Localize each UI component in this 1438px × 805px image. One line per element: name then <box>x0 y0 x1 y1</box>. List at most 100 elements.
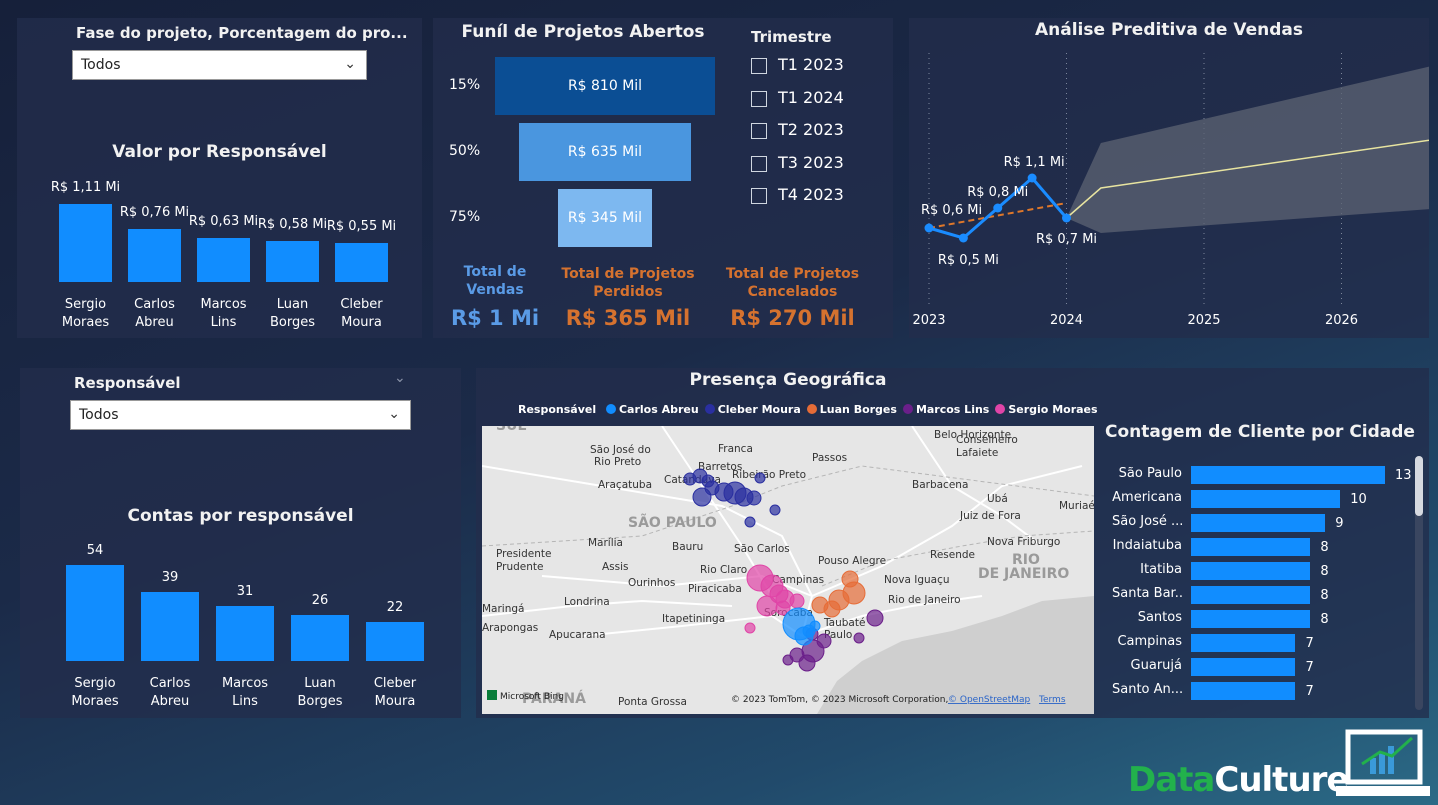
trimestre-option-label[interactable]: T1 2024 <box>778 88 844 107</box>
legend-item[interactable]: Carlos Abreu <box>605 403 699 416</box>
geo-map[interactable]: São José doRio PretoFrancaBarretosPassos… <box>482 426 1094 714</box>
valor-bar[interactable] <box>128 228 181 282</box>
legend-item[interactable]: Luan Borges <box>806 403 897 416</box>
category-line: Borges <box>269 315 315 330</box>
actual-point[interactable] <box>993 203 1003 213</box>
contas-bar[interactable] <box>291 614 349 661</box>
category-line: Moraes <box>61 315 110 330</box>
valor-category-label: Cleber Moura <box>323 296 400 332</box>
actual-point[interactable] <box>1027 173 1037 183</box>
map-place-label: SÃO PAULO <box>628 514 717 531</box>
terms-link[interactable]: Terms <box>1038 695 1066 705</box>
city-bar[interactable] <box>1191 514 1326 532</box>
map-bubble[interactable] <box>811 596 829 614</box>
map-bubble[interactable] <box>704 480 720 496</box>
trimestre-option-label[interactable]: T4 2023 <box>778 185 844 204</box>
city-label: São Paulo <box>1118 466 1182 481</box>
contas-bar[interactable] <box>66 565 124 661</box>
map-place-label: Assis <box>602 561 629 573</box>
city-value: 7 <box>1305 660 1314 675</box>
actual-data-label: R$ 0,7 Mi <box>1036 232 1097 247</box>
map-bubble[interactable] <box>789 593 805 609</box>
trimestre-checkbox[interactable] <box>751 90 767 107</box>
legend-item[interactable]: Marcos Lins <box>902 403 989 416</box>
trimestre-checkbox[interactable] <box>751 188 767 204</box>
city-value: 10 <box>1350 492 1367 507</box>
legend-item[interactable]: Cleber Moura <box>704 403 801 416</box>
map-bubble[interactable] <box>866 609 884 627</box>
category-line: Lins <box>232 694 258 709</box>
funnel-stage[interactable]: R$ 635 Mil <box>518 123 692 181</box>
valor-category-label: Marcos Lins <box>185 296 262 332</box>
fase-dropdown[interactable]: Todos ⌄ <box>72 50 367 80</box>
map-bubble[interactable] <box>756 595 778 617</box>
map-place-label: Taubaté <box>823 617 865 629</box>
valor-data-label: R$ 0,76 Mi <box>119 204 190 220</box>
city-label: Santos <box>1137 610 1182 625</box>
legend-dot-icon <box>995 404 1006 414</box>
contas-bar[interactable] <box>141 591 199 661</box>
map-bubble[interactable] <box>746 490 762 506</box>
funnel-stage[interactable]: R$ 345 Mil <box>558 189 652 247</box>
responsavel-dropdown[interactable]: Todos ⌄ <box>70 400 411 430</box>
valor-bar[interactable] <box>197 237 250 282</box>
contas-bar[interactable] <box>366 621 424 661</box>
kpi-label-line: Perdidos <box>593 284 663 300</box>
osm-link[interactable]: © OpenStreetMap <box>948 695 1031 705</box>
map-place-label: Nova Friburgo <box>987 536 1060 548</box>
city-value: 8 <box>1320 564 1329 579</box>
map-bubble[interactable] <box>769 504 781 516</box>
city-bar[interactable] <box>1191 658 1296 676</box>
contas-category-label: Cleber Moura <box>356 675 434 711</box>
map-bubble[interactable] <box>809 620 821 632</box>
kpi-label-line: Total de Projetos <box>725 266 860 282</box>
map-bubble[interactable] <box>744 622 756 634</box>
map-place-label: Rio Claro <box>700 564 747 576</box>
map-bubble[interactable] <box>853 632 865 644</box>
trimestre-option-label[interactable]: T3 2023 <box>778 153 844 172</box>
x-tick-label: 2026 <box>1325 313 1358 328</box>
actual-point[interactable] <box>924 223 934 233</box>
category-line: Lins <box>210 315 237 330</box>
trimestre-checkbox[interactable] <box>751 58 767 74</box>
city-value: 7 <box>1305 684 1314 699</box>
contas-data-label: 39 <box>161 569 179 585</box>
contas-category-label: Luan Borges <box>281 675 359 711</box>
funnel-title: Funíl de Projetos Abertos <box>461 22 705 42</box>
city-bar[interactable] <box>1191 634 1296 652</box>
actual-point[interactable] <box>1062 213 1071 223</box>
trimestre-option-label[interactable]: T1 2023 <box>778 55 844 74</box>
city-bar[interactable] <box>1191 466 1385 484</box>
map-bubble[interactable] <box>782 654 794 666</box>
city-label: Santo An... <box>1112 682 1182 697</box>
trimestre-option-label[interactable]: T2 2023 <box>778 120 844 139</box>
city-bar[interactable] <box>1191 562 1311 580</box>
map-place-label: Ribeirão Preto <box>732 469 806 481</box>
funnel-stage[interactable]: R$ 810 Mil <box>495 57 715 115</box>
bing-label: Microsoft Bing <box>500 692 564 702</box>
map-attribution: © 2023 TomTom, © 2023 Microsoft Corporat… <box>731 695 948 705</box>
actual-point[interactable] <box>958 233 968 243</box>
city-bar[interactable] <box>1191 610 1311 628</box>
legend-label: Carlos Abreu <box>618 403 699 416</box>
city-bar[interactable] <box>1191 586 1311 604</box>
city-bar[interactable] <box>1191 490 1341 508</box>
valor-bar[interactable] <box>266 241 319 282</box>
trimestre-checkbox[interactable] <box>751 155 767 172</box>
city-bar[interactable] <box>1191 682 1296 700</box>
map-bubble[interactable] <box>744 516 756 528</box>
valor-bar[interactable] <box>59 204 112 282</box>
category-line: Carlos <box>149 676 191 691</box>
trimestre-checkbox[interactable] <box>751 123 767 139</box>
city-scrollbar[interactable] <box>1415 456 1423 710</box>
valor-bar[interactable] <box>335 243 388 282</box>
legend-label: Cleber Moura <box>717 403 801 416</box>
kpi-label-line: Total de <box>463 264 527 280</box>
map-bubble[interactable] <box>754 472 766 484</box>
chevron-down-icon[interactable]: ⌄ <box>394 370 406 386</box>
legend-item[interactable]: Sergio Moraes <box>995 403 1098 416</box>
city-bar[interactable] <box>1191 538 1311 556</box>
city-scroll-thumb[interactable] <box>1415 456 1423 516</box>
x-tick-label: 2024 <box>1050 313 1083 328</box>
contas-bar[interactable] <box>216 605 274 661</box>
